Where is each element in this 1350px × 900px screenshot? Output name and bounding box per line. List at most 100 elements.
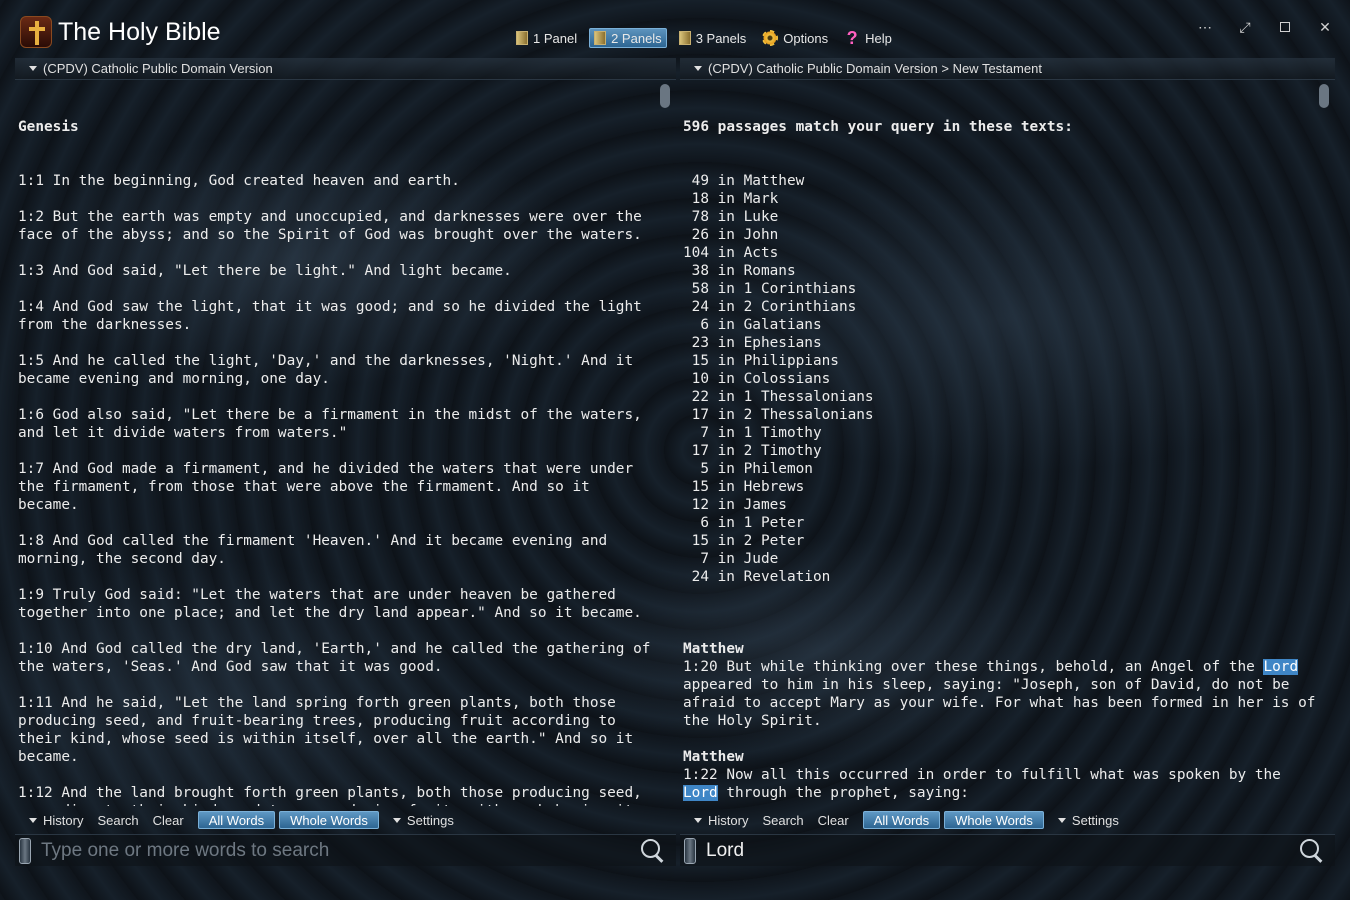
top-menu: 1 Panel 2 Panels 3 Panels Options ? Help (512, 28, 896, 48)
results-summary: 596 passages match your query in these t… (683, 119, 1073, 135)
book-name: Ephesians (743, 335, 822, 351)
book-count-row[interactable]: 15 in 2 Peter (683, 532, 1317, 550)
book-count-row[interactable]: 12 in James (683, 496, 1317, 514)
clear-button[interactable]: Clear (818, 810, 849, 830)
match-count: 15 (691, 353, 709, 369)
book-name: Philemon (743, 461, 813, 477)
match-count: 15 (691, 479, 709, 495)
history-button[interactable]: History (29, 810, 83, 830)
help-button[interactable]: ? Help (840, 28, 896, 48)
chevron-down-icon (694, 817, 702, 823)
book-count-row[interactable]: 7 in Jude (683, 550, 1317, 568)
scroll-thumb[interactable] (1319, 84, 1329, 108)
match-count: 17 (691, 443, 709, 459)
window-controls: ⋯ ⤢ ✕ (1194, 16, 1336, 38)
title-bar: The Holy Bible 1 Panel 2 Panels 3 Panels… (0, 0, 1350, 56)
book-count-row[interactable]: 24 in 2 Corinthians (683, 298, 1317, 316)
result-text-after: through the prophet, saying: (717, 785, 969, 801)
search-results[interactable]: 596 passages match your query in these t… (680, 82, 1317, 806)
match-count: 12 (691, 497, 709, 513)
all-words-toggle[interactable]: All Words (862, 811, 941, 829)
right-panel: (CPDV) Catholic Public Domain Version > … (680, 58, 1335, 866)
clear-button[interactable]: Clear (153, 810, 184, 830)
book-count-row[interactable]: 38 in Romans (683, 262, 1317, 280)
book-count-row[interactable]: 10 in Colossians (683, 370, 1317, 388)
search-input[interactable] (41, 836, 638, 865)
settings-button[interactable]: Settings (1057, 810, 1119, 830)
search-button[interactable]: Search (97, 810, 138, 830)
book-name: Luke (743, 209, 779, 225)
result-item[interactable]: Matthew 1:20 But while thinking over thes… (683, 640, 1317, 730)
search-icon[interactable] (638, 836, 668, 866)
search-bar (15, 834, 676, 866)
search-button[interactable]: Search (762, 810, 803, 830)
result-text: 1:22 Now all this occurred in order to f… (683, 766, 1317, 802)
match-count: 26 (691, 227, 709, 243)
settings-button[interactable]: Settings (392, 810, 454, 830)
scroll-thumb[interactable] (660, 84, 670, 108)
verse: 1:10 And God called the dry land, 'Earth… (18, 641, 651, 675)
options-button[interactable]: Options (758, 28, 832, 48)
book-name: 2 Thessalonians (743, 407, 874, 423)
gear-icon (762, 30, 779, 46)
book-count-row[interactable]: 22 in 1 Thessalonians (683, 388, 1317, 406)
one-panel-button[interactable]: 1 Panel (512, 28, 581, 48)
book-count-row[interactable]: 23 in Ephesians (683, 334, 1317, 352)
panel-footer: History Search Clear All Words Whole Wor… (15, 808, 676, 832)
verse: 1:2 But the earth was empty and unoccupi… (18, 209, 651, 243)
match-highlight: Lord (683, 785, 718, 801)
scrollbar[interactable] (1319, 84, 1329, 804)
book-count-row[interactable]: 17 in 2 Timothy (683, 442, 1317, 460)
three-panels-button[interactable]: 3 Panels (675, 28, 751, 48)
match-count: 7 (700, 551, 709, 567)
verse: 1:4 And God saw the light, that it was g… (18, 299, 651, 333)
chevron-down-icon (392, 817, 401, 823)
book-icon (594, 31, 607, 45)
two-panels-button[interactable]: 2 Panels (589, 28, 667, 48)
book-count-row[interactable]: 24 in Revelation (683, 568, 1317, 586)
match-count: 49 (691, 173, 709, 189)
version-selector[interactable]: (CPDV) Catholic Public Domain Version > … (680, 58, 1335, 80)
scrollbar[interactable] (660, 84, 670, 804)
book-count-row[interactable]: 5 in Philemon (683, 460, 1317, 478)
book-count-row[interactable]: 104 in Acts (683, 244, 1317, 262)
book-count-row[interactable]: 17 in 2 Thessalonians (683, 406, 1317, 424)
book-count-row[interactable]: 49 in Matthew (683, 172, 1317, 190)
verse: 1:8 And God called the firmament 'Heaven… (18, 533, 616, 567)
book-count-row[interactable]: 15 in Hebrews (683, 478, 1317, 496)
book-count-row[interactable]: 15 in Philippians (683, 352, 1317, 370)
match-count: 38 (691, 263, 709, 279)
book-count-row[interactable]: 26 in John (683, 226, 1317, 244)
expand-icon[interactable]: ⤢ (1234, 16, 1256, 38)
book-name: 2 Peter (743, 533, 805, 549)
chevron-down-icon (1057, 817, 1066, 823)
book-icon (516, 31, 528, 45)
book-count-row[interactable]: 6 in 1 Peter (683, 514, 1317, 532)
history-button[interactable]: History (694, 810, 748, 830)
result-text-before: 1:20 But while thinking over these thing… (683, 659, 1264, 675)
book-count-row[interactable]: 7 in 1 Timothy (683, 424, 1317, 442)
book-count-row[interactable]: 78 in Luke (683, 208, 1317, 226)
result-item[interactable]: Matthew 1:22 Now all this occurred in ord… (683, 748, 1317, 802)
close-icon[interactable]: ✕ (1314, 16, 1336, 38)
verse: 1:6 God also said, "Let there be a firma… (18, 407, 651, 441)
book-name: Jude (743, 551, 779, 567)
search-grip-icon (684, 837, 696, 864)
more-icon[interactable]: ⋯ (1194, 16, 1216, 38)
book-name: Romans (743, 263, 796, 279)
all-words-toggle[interactable]: All Words (197, 811, 276, 829)
book-count-row[interactable]: 6 in Galatians (683, 316, 1317, 334)
whole-words-toggle[interactable]: Whole Words (279, 811, 379, 829)
search-icon[interactable] (1297, 836, 1327, 866)
maximize-icon[interactable] (1274, 16, 1296, 38)
book-name: 2 Corinthians (743, 299, 857, 315)
whole-words-toggle[interactable]: Whole Words (944, 811, 1044, 829)
book-count-row[interactable]: 58 in 1 Corinthians (683, 280, 1317, 298)
book-name: 1 Peter (743, 515, 805, 531)
book-heading: Genesis (18, 119, 79, 135)
search-input[interactable] (706, 836, 1297, 865)
match-count: 24 (691, 299, 709, 315)
version-selector[interactable]: (CPDV) Catholic Public Domain Version (15, 58, 676, 80)
scripture-text[interactable]: Genesis 1:1 In the beginning, God create… (15, 82, 658, 806)
book-count-row[interactable]: 18 in Mark (683, 190, 1317, 208)
